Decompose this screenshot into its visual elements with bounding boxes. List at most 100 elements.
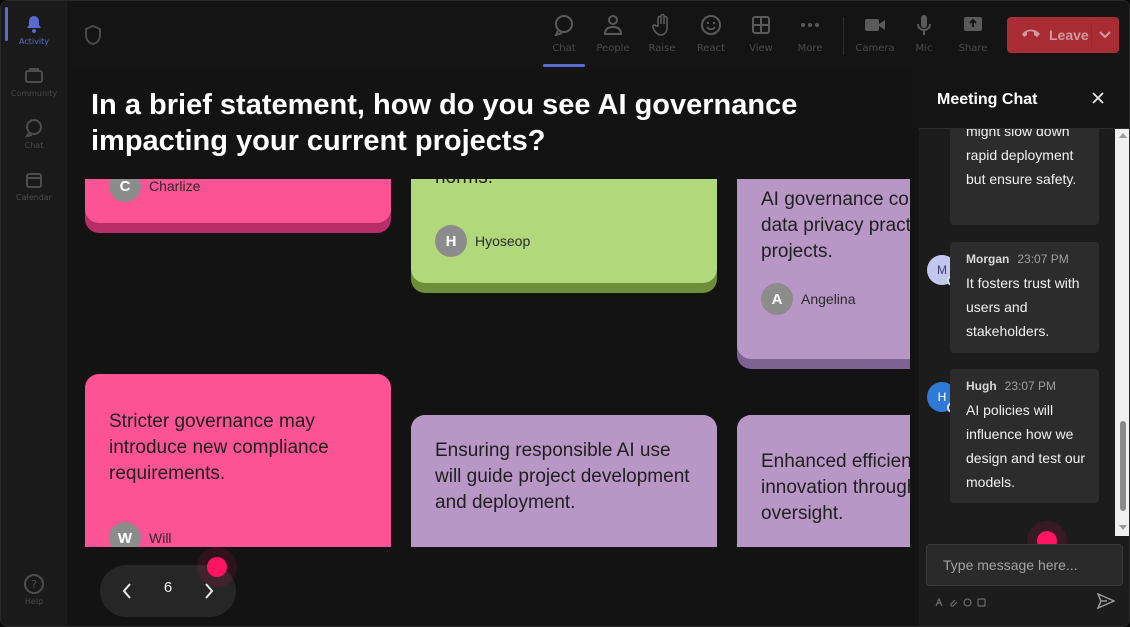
toolbar-divider	[843, 17, 844, 55]
view-button[interactable]: View	[737, 11, 785, 61]
smiley-icon	[700, 11, 722, 39]
bell-icon	[23, 13, 45, 35]
card-text: AI governance could affect data privacy …	[761, 189, 910, 262]
rail-item-label: Community	[10, 88, 58, 98]
chat-message: Hugh 23:07 PM AI policies will influence …	[950, 369, 1099, 503]
message-author: Morgan	[966, 252, 1010, 266]
react-button[interactable]: React	[687, 11, 735, 61]
share-screen-icon	[962, 11, 984, 39]
response-card[interactable]: C Charlize	[85, 179, 391, 233]
avatar: W	[109, 522, 141, 547]
response-card[interactable]: Ensuring responsible AI use will guide p…	[411, 415, 717, 547]
rail-item-calendar[interactable]: Calendar	[1, 161, 67, 209]
response-board[interactable]: C Charlize norms. H Hyoseop AI governanc…	[67, 179, 910, 547]
chat-button[interactable]: Chat	[540, 11, 588, 61]
meeting-toolbar: Chat People Raise React View More Camera…	[67, 1, 1129, 69]
chat-panel: Meeting Chat might slow down rapid deplo…	[919, 69, 1129, 626]
meeting-window: Activity Community Chat Calendar ? Help	[0, 0, 1130, 627]
chat-active-indicator	[543, 64, 585, 67]
attach-icon[interactable]	[949, 598, 958, 607]
card-author: C Charlize	[109, 179, 200, 202]
author-name: Will	[149, 530, 172, 546]
leave-label: Leave	[1049, 27, 1089, 43]
chevron-left-icon	[122, 583, 131, 599]
message-text: might slow down rapid deployment but ens…	[966, 129, 1077, 187]
avatar: C	[109, 179, 141, 202]
chat-icon	[553, 11, 575, 39]
community-icon	[23, 65, 45, 87]
send-icon[interactable]	[1096, 592, 1117, 611]
card-author: W Will	[109, 522, 172, 547]
chat-bubble-icon	[23, 117, 45, 139]
previous-page-button[interactable]	[114, 577, 140, 605]
compose-toolbar	[935, 598, 986, 607]
message-text: It fosters trust with users and stakehol…	[966, 275, 1080, 339]
share-label: Share	[958, 43, 988, 54]
rail-item-community[interactable]: Community	[1, 57, 67, 105]
scroll-up-arrow-icon[interactable]	[1119, 133, 1127, 138]
message-compose-box[interactable]	[926, 544, 1123, 586]
rail-item-label: Calendar	[16, 192, 52, 202]
message-input[interactable]	[927, 545, 1122, 585]
chat-label: Chat	[552, 43, 576, 54]
chevron-down-icon[interactable]	[1097, 26, 1113, 47]
scroll-down-arrow-icon[interactable]	[1119, 525, 1127, 530]
calendar-icon	[23, 169, 45, 191]
question-title: In a brief statement, how do you see AI …	[91, 89, 798, 157]
people-button[interactable]: People	[589, 11, 637, 61]
message-time: 23:07 PM	[1017, 252, 1069, 266]
rail-item-chat[interactable]: Chat	[1, 109, 67, 157]
chevron-right-icon	[205, 583, 214, 599]
more-dots-icon	[800, 11, 820, 39]
card-text: Stricter governance may introduce new co…	[109, 411, 329, 484]
view-label: View	[749, 43, 773, 54]
phone-hangup-icon	[1021, 26, 1041, 44]
shield-icon[interactable]	[84, 24, 102, 50]
format-icon[interactable]	[935, 598, 944, 607]
mic-label: Mic	[915, 43, 933, 54]
avatar-initial: H	[937, 390, 947, 404]
message-list[interactable]: might slow down rapid deployment but ens…	[919, 129, 1115, 536]
card-text: Enhanced efficiency and innovation throu…	[761, 451, 910, 524]
message-author: Hugh	[966, 379, 997, 393]
rail-item-label: Activity	[19, 36, 49, 46]
close-icon[interactable]	[1091, 91, 1107, 107]
help-icon: ?	[23, 573, 45, 595]
author-name: Charlize	[149, 179, 201, 194]
rail-item-activity[interactable]: Activity	[1, 5, 67, 53]
svg-text:?: ?	[31, 578, 37, 591]
mic-button[interactable]: Mic	[900, 11, 948, 61]
response-card[interactable]: Enhanced efficiency and innovation throu…	[737, 415, 910, 547]
card-text: norms.	[435, 179, 695, 191]
chat-header: Meeting Chat	[919, 69, 1129, 129]
response-card[interactable]: AI governance could affect data privacy …	[737, 179, 910, 369]
avatar: H	[435, 225, 467, 257]
author-name: Hyoseop	[475, 233, 531, 249]
rail-item-label: Chat	[24, 140, 44, 150]
scrollbar-thumb[interactable]	[1120, 421, 1126, 511]
next-page-button[interactable]	[196, 577, 222, 605]
more-button[interactable]: More	[786, 11, 834, 61]
response-card[interactable]: Stricter governance may introduce new co…	[85, 374, 391, 547]
leave-button[interactable]: Leave	[1007, 17, 1119, 53]
rail-item-help[interactable]: ? Help	[1, 565, 67, 613]
card-author: H Hyoseop	[435, 225, 530, 257]
rail-item-label: Help	[24, 596, 44, 606]
chat-message: Morgan 23:07 PM It fosters trust with use…	[950, 242, 1099, 353]
more-label: More	[797, 43, 823, 54]
hand-icon	[652, 11, 672, 39]
chat-title: Meeting Chat	[937, 91, 1038, 108]
message-meta: Hugh 23:07 PM	[966, 379, 1056, 393]
pointer-indicator	[207, 557, 227, 577]
camera-button[interactable]: Camera	[851, 11, 899, 61]
grid-view-icon	[751, 11, 771, 39]
share-button[interactable]: Share	[949, 11, 997, 61]
response-card[interactable]: norms. H Hyoseop	[411, 179, 717, 293]
gif-icon[interactable]	[977, 598, 986, 607]
chat-scrollbar[interactable]	[1115, 129, 1129, 536]
card-text: Ensuring responsible AI use will guide p…	[435, 440, 690, 513]
raise-hand-button[interactable]: Raise	[638, 11, 686, 61]
chat-message: might slow down rapid deployment but ens…	[950, 129, 1099, 225]
emoji-icon[interactable]	[963, 598, 972, 607]
avatar: A	[761, 283, 793, 315]
